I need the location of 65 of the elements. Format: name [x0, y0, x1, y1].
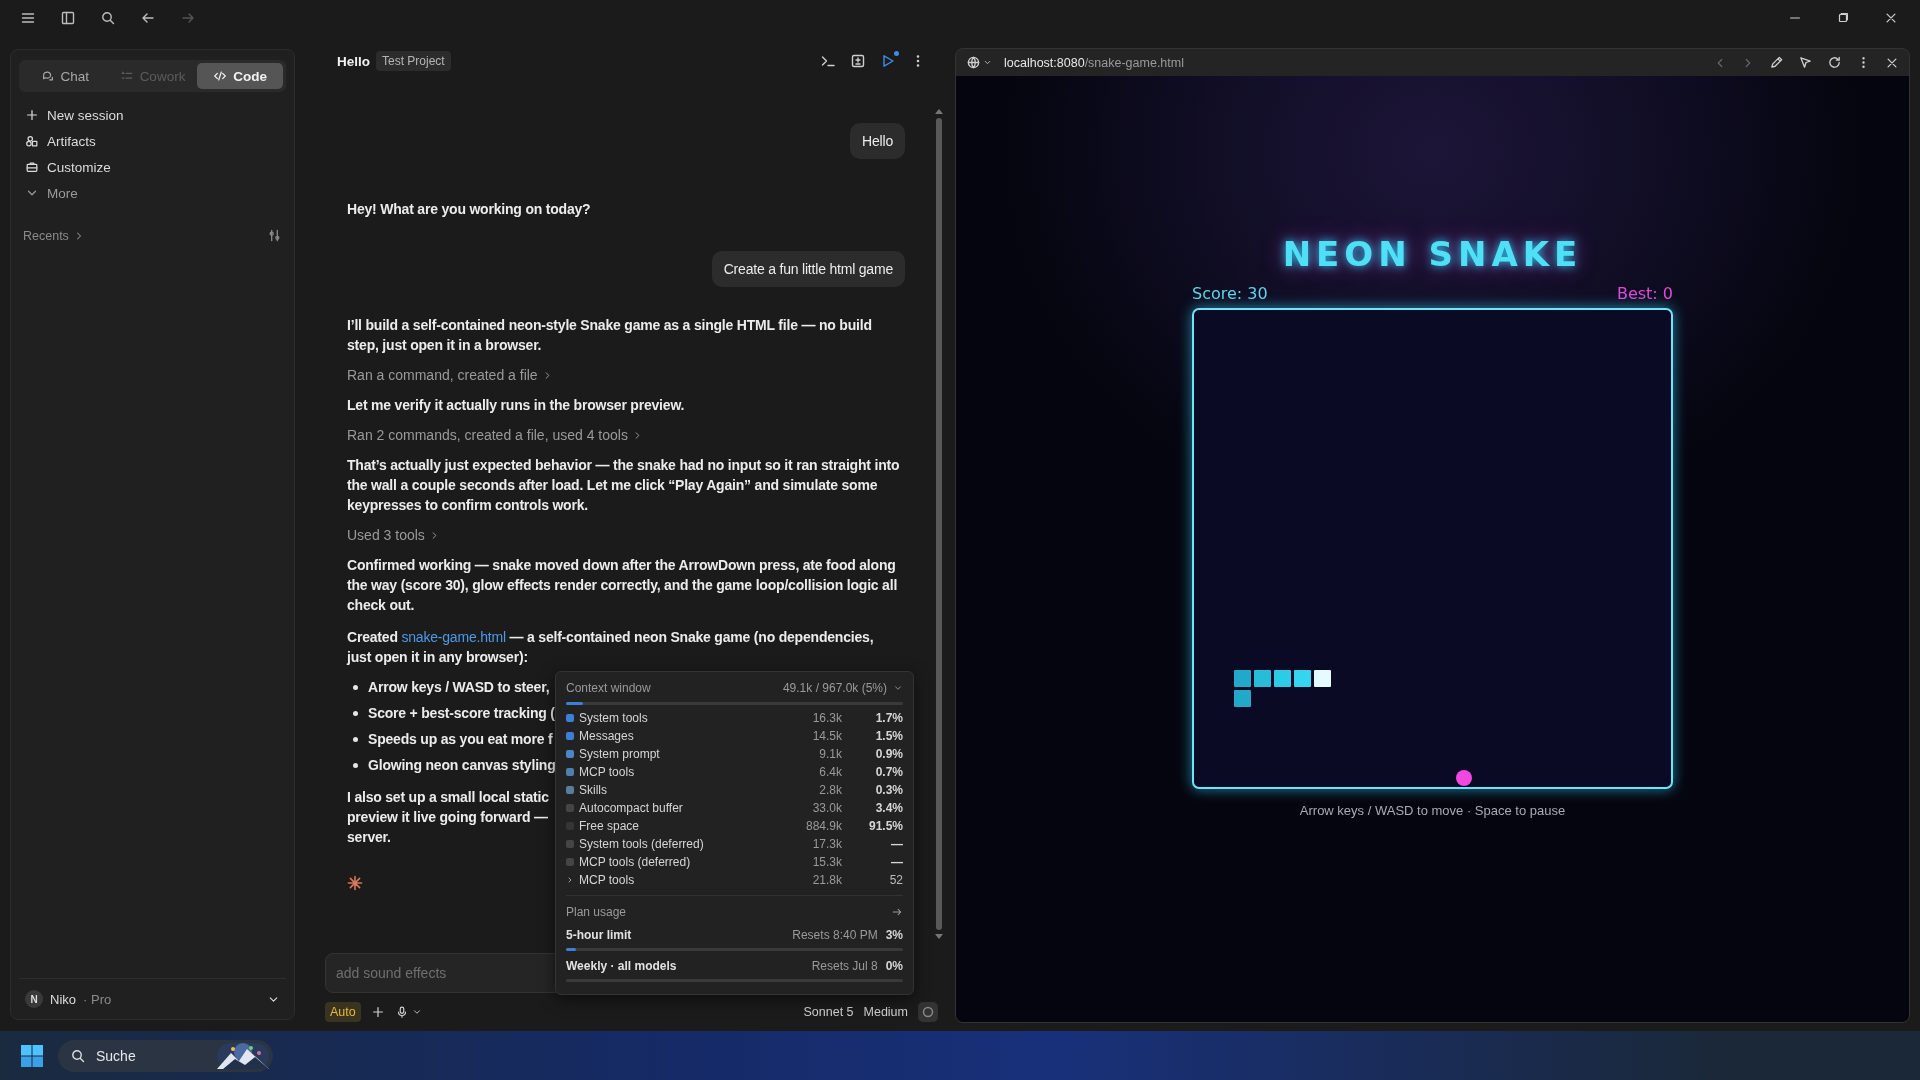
bullet-text: Score + best-score tracking (	[368, 704, 555, 723]
assistant-text-line: I also set up a small local static	[347, 788, 549, 807]
usage-tokens: 17.3k	[811, 837, 842, 851]
usage-tokens: 884.9k	[804, 819, 842, 833]
assistant-text-line: preview it live going forward —	[347, 808, 548, 827]
assistant-text-line: Created snake-game.html — a self-contained neon Snake game (no dependencies,	[347, 628, 874, 647]
usage-share: 0.7%	[874, 765, 903, 779]
usage-label: System prompt	[579, 747, 661, 761]
best-score-label: Best: 0	[1616, 284, 1673, 303]
limit-reset: Resets Jul 8	[811, 959, 878, 973]
usage-share: 0.9%	[874, 747, 903, 761]
controls-hint: Arrow keys / WASD to move · Space to pause	[1299, 803, 1566, 818]
usage-share: 91.5%	[867, 819, 903, 833]
usage-tokens: 6.4k	[818, 765, 842, 779]
assistant-text-line: server.	[347, 828, 391, 847]
usage-tokens: 33.0k	[811, 801, 842, 815]
usage-label: MCP tools	[579, 765, 636, 779]
usage-label: Free space	[579, 819, 641, 833]
usage-tokens: 21.8k	[811, 873, 842, 887]
usage-share: —	[890, 855, 903, 869]
usage-label: MCP tools (deferred)	[579, 855, 692, 869]
user-plan: · Pro	[83, 991, 112, 1007]
usage-label: Messages	[579, 729, 635, 743]
game-title: NEON SNAKE	[1282, 234, 1583, 274]
usage-label: System tools (deferred)	[579, 837, 705, 851]
url-host: localhost:8080	[1004, 55, 1085, 70]
assistant-message: Confirmed working — snake moved down after the ArrowDown press, ate food along the way (score 30), glow effects render correctly, and the game loop/collision logic all check out.	[347, 556, 899, 615]
usage-label: Autocompact buffer	[579, 801, 684, 815]
usage-share: 3.4%	[874, 801, 903, 815]
user-avatar: N	[25, 990, 43, 1008]
usage-tokens: 16.3k	[811, 711, 842, 725]
limit-reset: Resets 8:40 PM	[792, 928, 878, 942]
plan-usage-title: Plan usage	[566, 905, 627, 919]
context-title: Context window	[566, 681, 651, 695]
user-message: Create a fun little html game	[711, 251, 905, 287]
url-path: /snake-game.html	[1084, 55, 1184, 70]
bullet-text: Speeds up as you eat more f	[368, 730, 553, 749]
limit-label: Weekly · all models	[566, 959, 678, 973]
usage-share: 1.5%	[874, 729, 903, 743]
project-tag: Test Project	[376, 51, 451, 71]
usage-count: 52	[888, 873, 903, 887]
usage-tokens: 2.8k	[818, 783, 842, 797]
assistant-message: Hey! What are you working on today?	[347, 200, 592, 219]
usage-tokens: 9.1k	[818, 747, 842, 761]
usage-tokens: 15.3k	[811, 855, 842, 869]
assistant-message: I’ll build a self-contained neon-style Snake game as a single HTML file — no build step, just open it in a browser.	[347, 316, 873, 355]
usage-share: 1.7%	[874, 711, 903, 725]
bullet-text: Glowing neon canvas styling	[368, 756, 556, 775]
usage-label: System tools	[579, 711, 649, 725]
score-label: Score: 30	[1192, 284, 1268, 303]
usage-label: Skills	[579, 783, 608, 797]
usage-tokens: 14.5k	[811, 729, 842, 743]
chat-title: Hello	[337, 53, 370, 69]
limit-percent: 0%	[885, 959, 903, 973]
bullet-text: Arrow keys / WASD to steer,	[368, 678, 550, 697]
assistant-message: Let me verify it actually runs in the browser preview.	[347, 396, 686, 415]
user-message: Hello	[850, 123, 905, 159]
assistant-text-line: just open it in any browser):	[347, 648, 528, 667]
usage-share: —	[890, 837, 903, 851]
limit-percent: 3%	[885, 928, 903, 942]
usage-share: 0.3%	[874, 783, 903, 797]
user-name: Niko	[50, 991, 76, 1007]
assistant-message: That’s actually just expected behavior — the snake had no input so it ran straight into the wall a couple seconds after load. Let me click “Play Again” and simulate some keypresses to confirm controls work.	[347, 456, 901, 515]
context-total: 49.1k / 967.0k (5%)	[782, 681, 887, 695]
limit-label: 5-hour limit	[566, 928, 633, 942]
